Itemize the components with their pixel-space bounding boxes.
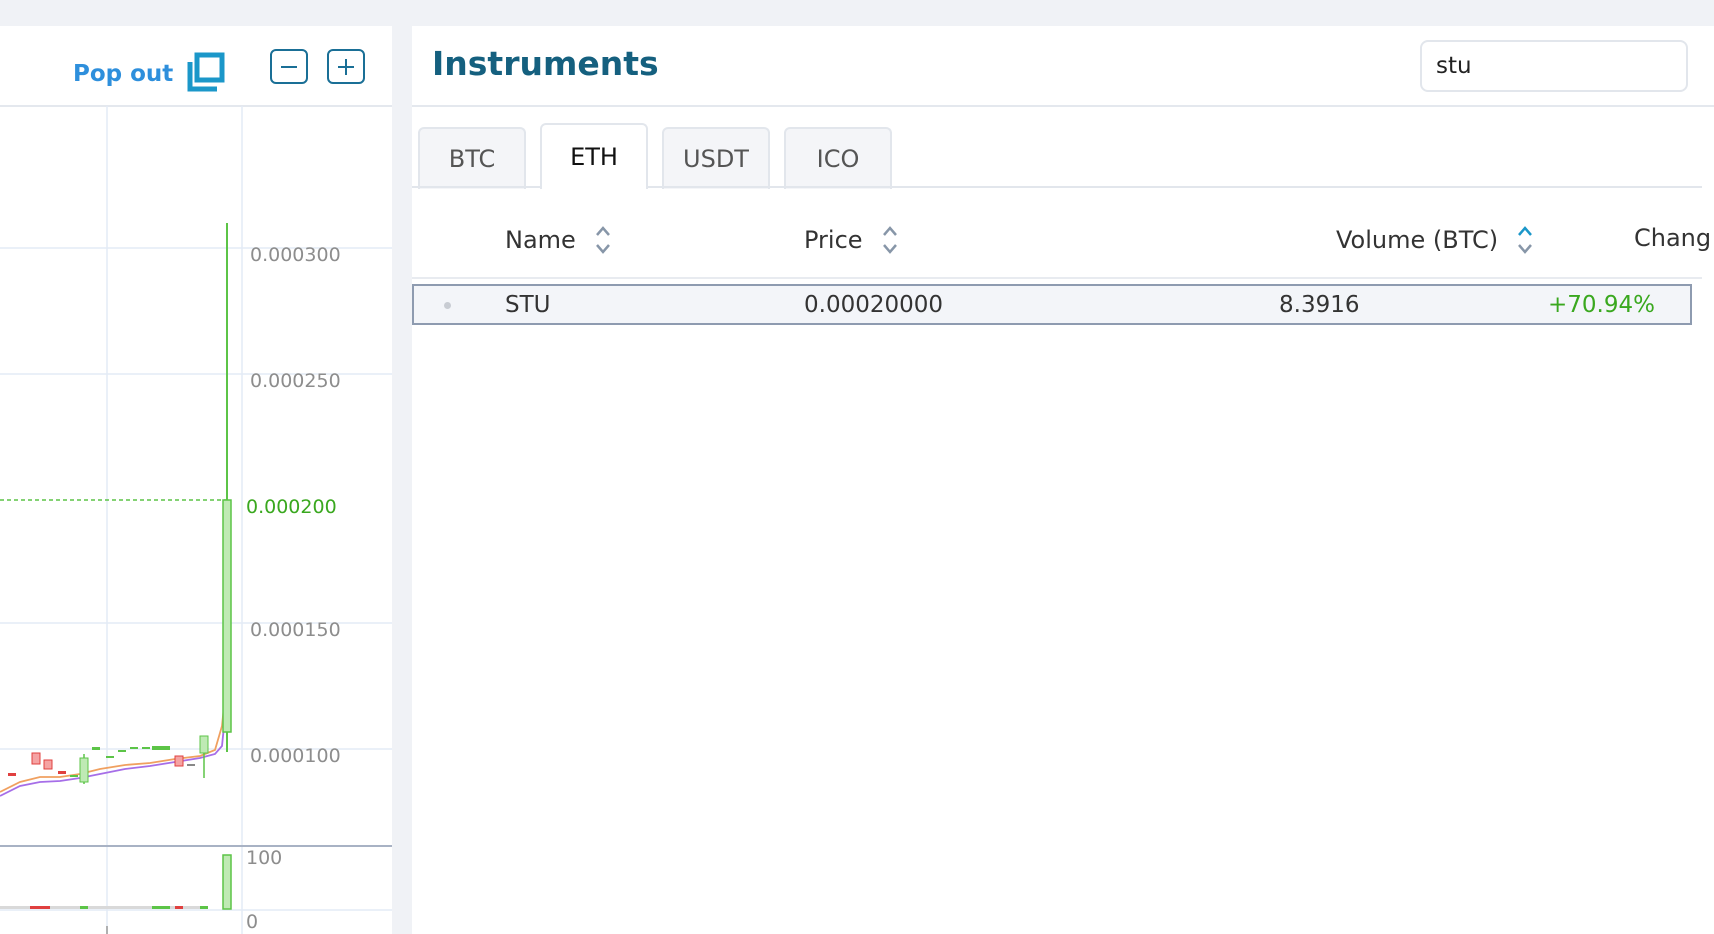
chart-toolbar: Pop out bbox=[0, 26, 392, 107]
page-title: Instruments bbox=[432, 44, 659, 83]
volume-bar bbox=[222, 854, 232, 910]
zoom-out-icon bbox=[281, 65, 297, 68]
market-tabs: BTC ETH USDT ICO bbox=[418, 123, 892, 214]
volume-tick-label: 100 bbox=[246, 847, 282, 869]
candle bbox=[8, 773, 16, 776]
candle bbox=[130, 747, 138, 749]
chart-panel: Pop out 0.000300 0.000250 0.000200 0.000… bbox=[0, 26, 392, 934]
row-volume: 8.3916 bbox=[1279, 292, 1360, 318]
candles bbox=[8, 223, 232, 784]
candle bbox=[174, 755, 184, 767]
row-change: +70.94% bbox=[1548, 292, 1655, 318]
column-label: Name bbox=[505, 226, 576, 254]
chart-grid bbox=[0, 106, 392, 934]
candle bbox=[222, 499, 232, 733]
pop-out-label: Pop out bbox=[73, 61, 174, 87]
pop-out-button[interactable]: Pop out bbox=[73, 52, 227, 96]
table-row[interactable]: STU 0.00020000 8.3916 +70.94% bbox=[412, 284, 1692, 325]
volume-bar bbox=[200, 906, 208, 909]
candle bbox=[31, 752, 41, 765]
ma-line-fast bbox=[0, 665, 229, 793]
zoom-in-button[interactable] bbox=[327, 49, 365, 84]
candle bbox=[79, 757, 89, 783]
price-tick-label: 0.000100 bbox=[250, 745, 341, 767]
candle bbox=[106, 756, 114, 758]
sort-desc-icon bbox=[1518, 226, 1533, 254]
volume-tick-label: 0 bbox=[246, 911, 258, 933]
column-header-price[interactable]: Price bbox=[804, 224, 899, 256]
candle bbox=[70, 775, 78, 777]
column-label: Chang bbox=[1634, 224, 1712, 252]
instruments-header: Instruments bbox=[412, 26, 1714, 107]
row-name: STU bbox=[505, 292, 551, 318]
column-header-name[interactable]: Name bbox=[505, 224, 612, 256]
price-chart[interactable]: 0.000300 0.000250 0.000200 0.000150 0.00… bbox=[0, 106, 392, 934]
sort-icon bbox=[595, 226, 610, 254]
price-tick-label: 0.000150 bbox=[250, 619, 341, 641]
price-tick-label: 0.000300 bbox=[250, 244, 341, 266]
candle bbox=[199, 735, 209, 754]
column-label: Volume (BTC) bbox=[1336, 226, 1499, 254]
price-tick-label: 0.000250 bbox=[250, 370, 341, 392]
volume-bar bbox=[152, 906, 170, 909]
popout-icon bbox=[187, 52, 227, 96]
tab-usdt[interactable]: USDT bbox=[662, 127, 770, 189]
volume-bar bbox=[175, 906, 183, 909]
zoom-out-button[interactable] bbox=[270, 49, 308, 84]
column-header-volume[interactable]: Volume (BTC) bbox=[1336, 224, 1534, 256]
tab-ico[interactable]: ICO bbox=[784, 127, 892, 189]
ma-line-slow bbox=[0, 705, 227, 797]
column-label: Price bbox=[804, 226, 863, 254]
favorite-dot-icon[interactable] bbox=[444, 302, 451, 309]
candle bbox=[92, 747, 100, 750]
current-price-label: 0.000200 bbox=[246, 496, 337, 518]
header-divider bbox=[412, 277, 1702, 279]
volume-bars bbox=[0, 854, 232, 910]
candle bbox=[118, 750, 126, 752]
row-price: 0.00020000 bbox=[804, 292, 944, 318]
instruments-panel: Instruments BTC ETH USDT ICO Name Price … bbox=[412, 26, 1714, 934]
column-header-change[interactable]: Chang bbox=[1634, 224, 1711, 252]
candle bbox=[142, 747, 150, 749]
volume-bar bbox=[30, 906, 50, 909]
tab-btc[interactable]: BTC bbox=[418, 127, 526, 189]
tab-eth[interactable]: ETH bbox=[540, 123, 648, 189]
volume-bar bbox=[80, 906, 88, 909]
candle bbox=[43, 759, 53, 770]
candle bbox=[58, 771, 66, 774]
candle bbox=[152, 746, 170, 750]
candle bbox=[187, 764, 195, 766]
sort-icon bbox=[882, 226, 897, 254]
search-input[interactable] bbox=[1420, 40, 1688, 92]
zoom-in-icon bbox=[338, 58, 354, 75]
